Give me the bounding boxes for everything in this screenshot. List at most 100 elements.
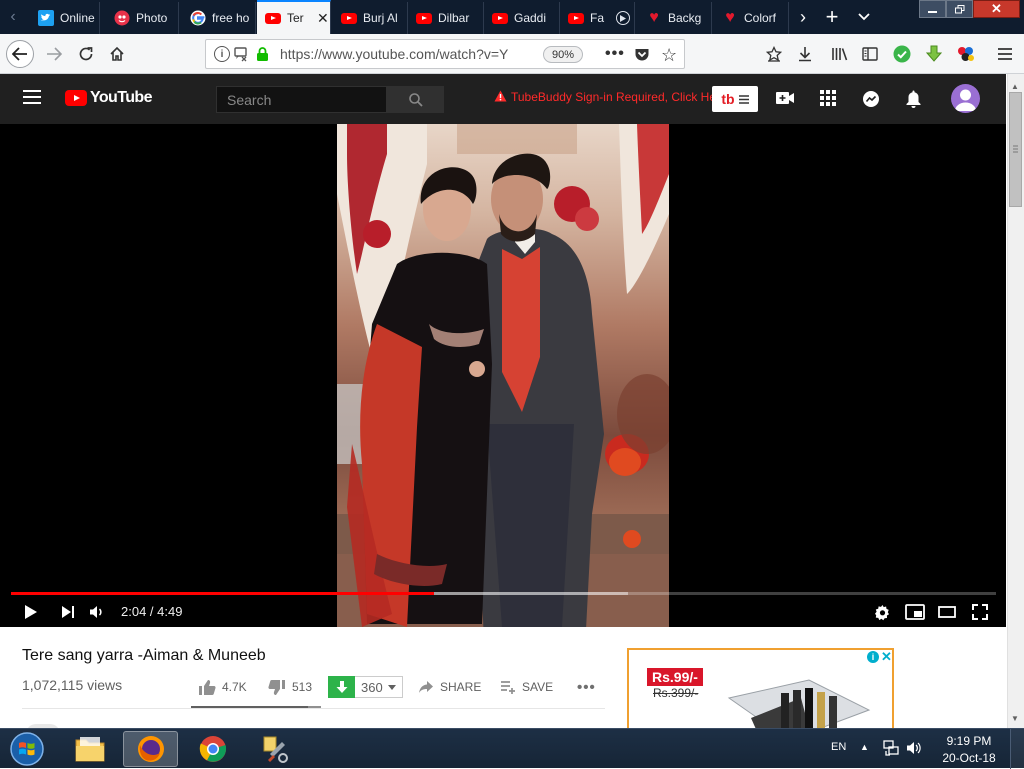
tab-label: Online [60,11,95,25]
video-downloader-extension-icon[interactable] [920,40,948,68]
tab-label: Backg [668,11,702,25]
tab-fa[interactable]: Fa [560,2,635,34]
address-bar[interactable]: i https://www.youtube.com/watch?v=Y 90% … [205,39,685,69]
youtube-logo[interactable]: YouTube [65,89,152,107]
settings-button[interactable] [870,600,894,624]
guide-menu-icon[interactable] [22,89,42,108]
download-extension-button[interactable]: 360 [328,676,403,698]
fullscreen-button[interactable] [968,600,992,624]
messages-icon[interactable] [862,90,880,111]
video-progress-bar[interactable] [11,592,996,595]
miniplayer-button[interactable] [903,600,927,624]
clock-time[interactable]: 9:19 PM [944,734,994,748]
site-info-icon[interactable]: i [214,46,230,62]
photo-app-icon [114,10,130,26]
next-video-button[interactable] [56,600,80,624]
start-button[interactable] [2,731,52,767]
like-button[interactable]: 4.7K [198,676,247,698]
ad-price-new: Rs.99/- [647,668,703,686]
tab-label: Colorf [744,11,777,25]
share-button[interactable]: SHARE [418,676,481,698]
divider [22,708,605,709]
video-frame-couple-photo [337,124,669,627]
color-balls-extension-icon[interactable] [952,40,980,68]
download-arrow-icon[interactable] [791,40,819,68]
tab-ter-active[interactable]: Ter ✕ [257,0,331,34]
tab-gaddi[interactable]: Gaddi [484,2,560,34]
avatar[interactable] [951,84,980,113]
dislike-count: 513 [292,680,313,694]
hamburger-menu-icon[interactable] [991,40,1019,68]
tab-free[interactable]: free ho [182,2,256,34]
scroll-up-arrow-icon[interactable]: ▲ [1011,82,1019,91]
apps-grid-icon[interactable] [820,90,836,109]
close-window-button[interactable]: ✕ [973,0,1020,18]
theater-mode-button[interactable] [935,600,959,624]
dislike-button[interactable]: 513 [268,676,312,698]
fullscreen-icon [972,604,988,620]
notifications-bell-icon[interactable] [905,89,922,111]
tubebuddy-menu-button[interactable]: tb [712,86,758,112]
forward-arrow-icon[interactable] [40,40,68,68]
close-icon[interactable]: ✕ [317,10,329,27]
lock-icon[interactable] [256,46,269,65]
taskbar-chrome[interactable] [185,731,240,767]
scrollbar-thumb[interactable] [1009,92,1022,207]
tab-burj-al[interactable]: Burj Al [333,2,408,34]
tab-photo[interactable]: Photo [106,2,179,34]
network-icon[interactable] [882,739,900,760]
tab-scroll-left-icon[interactable]: ‹ [0,0,26,34]
more-actions-icon[interactable]: ••• [577,676,596,698]
taskbar-tools[interactable] [247,731,302,767]
pocket-icon[interactable] [634,46,650,65]
play-icon [25,605,37,619]
library-icon[interactable] [826,40,854,68]
page-actions-icon[interactable]: ••• [605,45,625,63]
bookmark-menu-star-icon[interactable] [760,40,788,68]
bookmark-star-icon[interactable]: ☆ [661,45,677,66]
tab-colorf[interactable]: ♥ Colorf [714,2,789,34]
search-input[interactable]: Search [216,86,387,113]
miniplayer-icon [905,604,925,620]
tab-label: Gaddi [514,11,547,25]
tab-list-chevron-down-icon[interactable] [852,4,876,30]
checkmark-extension-icon[interactable] [888,40,916,68]
language-indicator[interactable]: EN [831,741,846,753]
new-tab-plus-icon[interactable]: + [820,4,844,30]
scroll-down-arrow-icon[interactable]: ▼ [1011,714,1019,723]
restore-window-button[interactable] [946,0,973,18]
minimize-window-button[interactable] [919,0,946,18]
save-button[interactable]: SAVE [500,676,553,698]
show-hidden-icons-icon[interactable]: ▲ [860,742,869,752]
taskbar-firefox[interactable] [123,731,178,767]
ad-price-old: Rs.399/- [653,686,699,700]
upload-video-camera-icon[interactable] [775,90,795,109]
tubebuddy-warning-link[interactable]: TubeBuddy Sign-in Required, Click Here [494,90,727,105]
tab-backg[interactable]: ♥ Backg [638,2,712,34]
download-count: 360 [361,679,383,695]
menu-lines-icon [738,91,749,107]
back-arrow-icon[interactable] [6,40,34,68]
tab-dilbar[interactable]: Dilbar [408,2,484,34]
permissions-icon[interactable] [234,46,252,65]
ad-close-icon[interactable]: ✕ [881,650,892,665]
gear-icon [874,604,889,620]
search-button[interactable] [387,86,444,113]
ad-info-icon[interactable]: i [867,651,879,663]
tab-online[interactable]: Online [30,2,100,34]
windows-logo-icon [10,732,44,766]
tab-scroll-right-icon[interactable]: › [792,4,814,30]
mute-button[interactable] [85,600,109,624]
home-icon[interactable] [103,40,131,68]
sidebar-icon[interactable] [856,40,884,68]
thumbs-down-icon [268,679,285,695]
play-button[interactable] [19,600,43,624]
show-desktop-button[interactable] [1010,729,1024,769]
display-ad[interactable]: i ✕ Rs.99/- Rs.399/- [627,648,894,728]
speaker-volume-icon[interactable] [905,739,923,760]
reload-icon[interactable] [72,40,100,68]
taskbar-file-explorer[interactable] [62,731,117,767]
clock-date[interactable]: 20-Oct-18 [940,751,998,765]
video-player[interactable]: 2:04 / 4:49 [0,124,1006,627]
zoom-level-badge[interactable]: 90% [543,46,583,63]
